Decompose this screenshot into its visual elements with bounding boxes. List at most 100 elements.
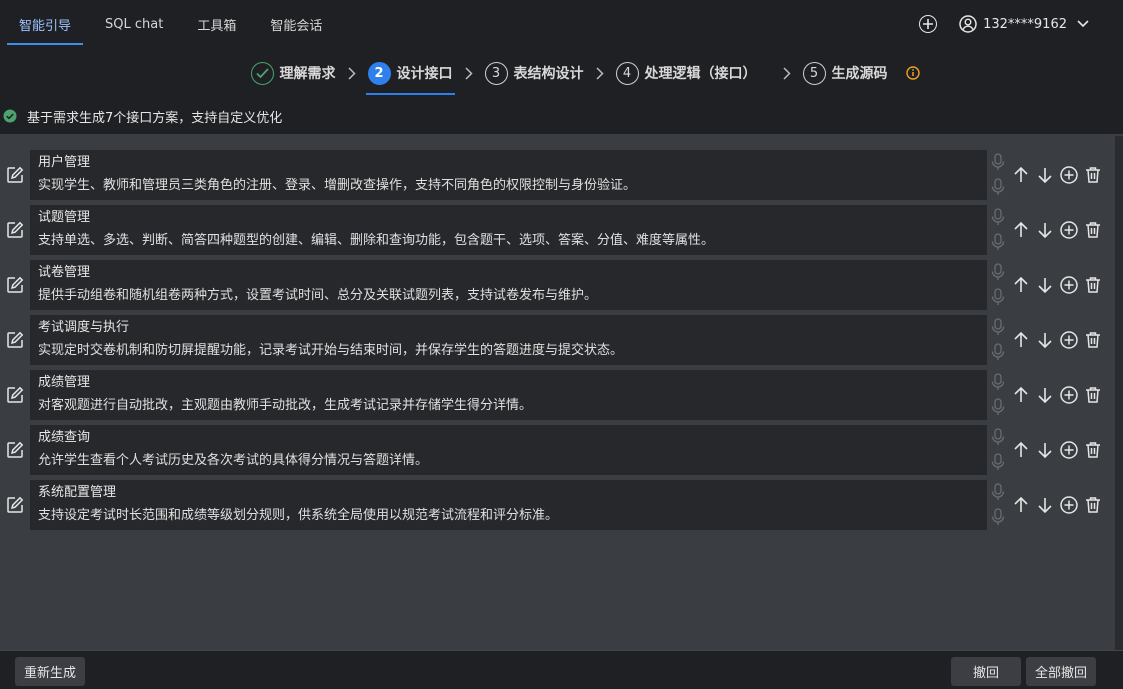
undo-button[interactable]: 撤回 <box>951 657 1021 686</box>
move-down-icon[interactable] <box>1036 221 1054 239</box>
microphone-icon[interactable] <box>990 263 1006 281</box>
step-generate-code[interactable]: 5 生成源码 <box>801 51 890 95</box>
api-item-card[interactable]: 试题管理 支持单选、多选、判断、简答四种题型的创建、编辑、删除和查询功能，包含题干… <box>30 205 987 255</box>
edit-icon[interactable] <box>6 166 24 184</box>
api-item-title: 试卷管理 <box>38 265 91 280</box>
move-up-icon[interactable] <box>1012 166 1030 184</box>
microphone-icon[interactable] <box>990 428 1006 446</box>
step-table-design[interactable]: 3 表结构设计 <box>483 51 586 95</box>
delete-icon[interactable] <box>1084 276 1102 294</box>
api-item-title: 系统配置管理 <box>38 485 117 500</box>
move-up-icon[interactable] <box>1012 496 1030 514</box>
microphone-icon[interactable] <box>990 318 1006 336</box>
row-actions <box>1012 386 1108 404</box>
move-down-icon[interactable] <box>1036 496 1054 514</box>
edit-icon[interactable] <box>6 441 24 459</box>
delete-icon[interactable] <box>1084 496 1102 514</box>
scrollbar[interactable] <box>1115 136 1123 650</box>
voice-inputs <box>990 260 1006 310</box>
move-down-icon[interactable] <box>1036 276 1054 294</box>
move-up-icon[interactable] <box>1012 221 1030 239</box>
move-down-icon[interactable] <box>1036 386 1054 404</box>
voice-inputs <box>990 205 1006 255</box>
add-item-icon[interactable] <box>1060 331 1078 349</box>
undo-all-button[interactable]: 全部撤回 <box>1026 657 1096 686</box>
voice-inputs <box>990 425 1006 475</box>
add-icon[interactable] <box>919 15 938 33</box>
edit-icon[interactable] <box>6 386 24 404</box>
move-down-icon[interactable] <box>1036 331 1054 349</box>
tab-toolbox[interactable]: 工具箱 <box>185 0 248 48</box>
delete-icon[interactable] <box>1084 331 1102 349</box>
microphone-icon[interactable] <box>990 483 1006 501</box>
step-design-api[interactable]: 2 设计接口 <box>365 51 455 95</box>
add-item-icon[interactable] <box>1060 221 1078 239</box>
microphone-icon[interactable] <box>990 178 1006 196</box>
microphone-icon[interactable] <box>990 153 1006 171</box>
step-logic[interactable]: 4 处理逻辑（接口） <box>614 51 759 95</box>
tab-smart-guide[interactable]: 智能引导 <box>7 0 84 48</box>
microphone-icon[interactable] <box>990 343 1006 361</box>
add-item-icon[interactable] <box>1060 276 1078 294</box>
api-item-row: 系统配置管理支持设定考试时长范围和成绩等级划分规则，供系统全局使用以规范考试流程… <box>0 480 1115 530</box>
voice-inputs <box>990 370 1006 420</box>
api-item-card[interactable]: 用户管理 实现学生、教师和管理员三类角色的注册、登录、增删改查操作，支持不同角色的… <box>30 150 987 200</box>
edit-icon[interactable] <box>6 496 24 514</box>
microphone-icon[interactable] <box>990 233 1006 251</box>
move-up-icon[interactable] <box>1012 276 1030 294</box>
api-item-card[interactable]: 成绩管理 对客观题进行自动批改，主观题由教师手动批改，生成考试记录并存储学生得分详… <box>30 370 987 420</box>
microphone-icon[interactable] <box>990 373 1006 391</box>
api-item-card[interactable]: 考试调度与执行实现定时交卷机制和防切屏提醒功能，记录考试开始与结束时间，并保存学… <box>30 315 987 365</box>
chevron-right-icon <box>464 66 473 80</box>
edit-icon[interactable] <box>6 276 24 294</box>
step-number: 3 <box>484 61 508 85</box>
api-item-desc: 支持设定考试时长范围和成绩等级划分规则，供系统全局使用以规范考试流程和评分标准。 <box>38 508 559 523</box>
microphone-icon[interactable] <box>990 453 1006 471</box>
delete-icon[interactable] <box>1084 221 1102 239</box>
microphone-icon[interactable] <box>990 208 1006 226</box>
step-label: 处理逻辑（接口） <box>644 66 757 82</box>
chevron-right-icon <box>782 66 791 80</box>
move-down-icon[interactable] <box>1036 166 1054 184</box>
tab-sql-chat[interactable]: SQL chat <box>93 0 175 48</box>
move-down-icon[interactable] <box>1036 441 1054 459</box>
voice-inputs <box>990 480 1006 530</box>
delete-icon[interactable] <box>1084 386 1102 404</box>
edit-icon[interactable] <box>6 331 24 349</box>
row-actions <box>1012 331 1108 349</box>
microphone-icon[interactable] <box>990 398 1006 416</box>
microphone-icon[interactable] <box>990 508 1006 526</box>
step-understand[interactable]: 理解需求 <box>249 51 338 95</box>
add-item-icon[interactable] <box>1060 496 1078 514</box>
api-item-title: 考试调度与执行 <box>38 320 130 335</box>
row-actions <box>1012 276 1108 294</box>
edit-icon[interactable] <box>6 221 24 239</box>
delete-icon[interactable] <box>1084 441 1102 459</box>
voice-inputs <box>990 315 1006 365</box>
microphone-icon[interactable] <box>990 288 1006 306</box>
api-item-row: 用户管理 实现学生、教师和管理员三类角色的注册、登录、增删改查操作，支持不同角色的… <box>0 150 1115 200</box>
api-item-row: 成绩查询 允许学生查看个人考试历史及各次考试的具体得分情况与答题详情。 <box>0 425 1115 475</box>
api-item-row: 成绩管理 对客观题进行自动批改，主观题由教师手动批改，生成考试记录并存储学生得分详… <box>0 370 1115 420</box>
api-item-card[interactable]: 系统配置管理支持设定考试时长范围和成绩等级划分规则，供系统全局使用以规范考试流程… <box>30 480 987 530</box>
add-item-icon[interactable] <box>1060 166 1078 184</box>
move-up-icon[interactable] <box>1012 386 1030 404</box>
user-menu[interactable]: 132****9162 <box>959 15 1095 33</box>
row-actions <box>1012 496 1108 514</box>
move-up-icon[interactable] <box>1012 441 1030 459</box>
api-item-card[interactable]: 试卷管理 提供手动组卷和随机组卷两种方式，设置考试时间、总分及关联试题列表，支持试… <box>30 260 987 310</box>
delete-icon[interactable] <box>1084 166 1102 184</box>
move-up-icon[interactable] <box>1012 331 1030 349</box>
step-label: 表结构设计 <box>513 66 584 82</box>
api-item-desc: 实现定时交卷机制和防切屏提醒功能，记录考试开始与结束时间，并保存学生的答题进度与… <box>38 343 624 358</box>
add-item-icon[interactable] <box>1060 386 1078 404</box>
tab-smart-chat[interactable]: 智能会话 <box>258 0 334 48</box>
api-item-row: 试题管理 支持单选、多选、判断、简答四种题型的创建、编辑、删除和查询功能，包含题干… <box>0 205 1115 255</box>
add-item-icon[interactable] <box>1060 441 1078 459</box>
regenerate-button[interactable]: 重新生成 <box>15 657 85 686</box>
step-number: 2 <box>367 61 391 85</box>
api-item-title: 成绩管理 <box>38 375 91 390</box>
api-item-row: 试卷管理 提供手动组卷和随机组卷两种方式，设置考试时间、总分及关联试题列表，支持试… <box>0 260 1115 310</box>
info-icon[interactable] <box>905 66 920 80</box>
api-item-card[interactable]: 成绩查询 允许学生查看个人考试历史及各次考试的具体得分情况与答题详情。 <box>30 425 987 475</box>
